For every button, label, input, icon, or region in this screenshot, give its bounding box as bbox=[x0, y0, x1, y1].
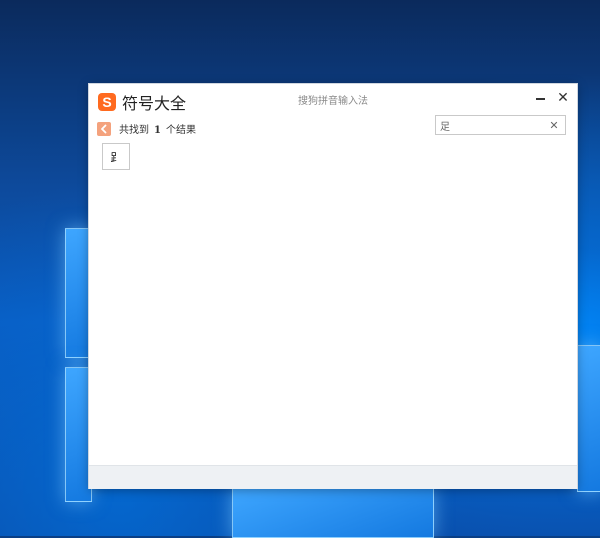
back-button[interactable] bbox=[97, 121, 111, 136]
symbol-cell[interactable]: ⻊ bbox=[102, 143, 130, 170]
close-button[interactable]: ✕ bbox=[553, 88, 573, 108]
wallpaper-pane bbox=[232, 488, 434, 538]
clear-icon: ✕ bbox=[549, 118, 559, 132]
wallpaper-pane bbox=[65, 367, 92, 502]
title-bar[interactable]: S 符号大全 搜狗拼音输入法 ✕ bbox=[89, 84, 577, 114]
minimize-button[interactable] bbox=[530, 88, 550, 108]
close-icon: ✕ bbox=[557, 90, 569, 106]
result-prefix: 共找到 bbox=[119, 125, 149, 136]
wallpaper-pane bbox=[65, 228, 92, 358]
result-summary: 共找到 1 个结果 bbox=[97, 121, 196, 136]
arrow-left-icon bbox=[101, 124, 107, 133]
search-box: ✕ bbox=[435, 115, 566, 135]
clear-search-button[interactable]: ✕ bbox=[547, 117, 561, 133]
wallpaper-pane bbox=[577, 345, 600, 492]
minimize-icon bbox=[535, 98, 545, 100]
result-count: 1 bbox=[154, 125, 161, 136]
search-input[interactable] bbox=[440, 117, 540, 133]
symbol-dialog: S 符号大全 搜狗拼音输入法 ✕ 共找到 1 个结果 ✕ ⻊ bbox=[89, 84, 577, 489]
result-suffix: 个结果 bbox=[165, 125, 196, 136]
result-count-text: 共找到 1 个结果 bbox=[119, 121, 196, 136]
status-footer bbox=[89, 465, 577, 489]
ime-name: 搜狗拼音输入法 bbox=[298, 96, 368, 107]
